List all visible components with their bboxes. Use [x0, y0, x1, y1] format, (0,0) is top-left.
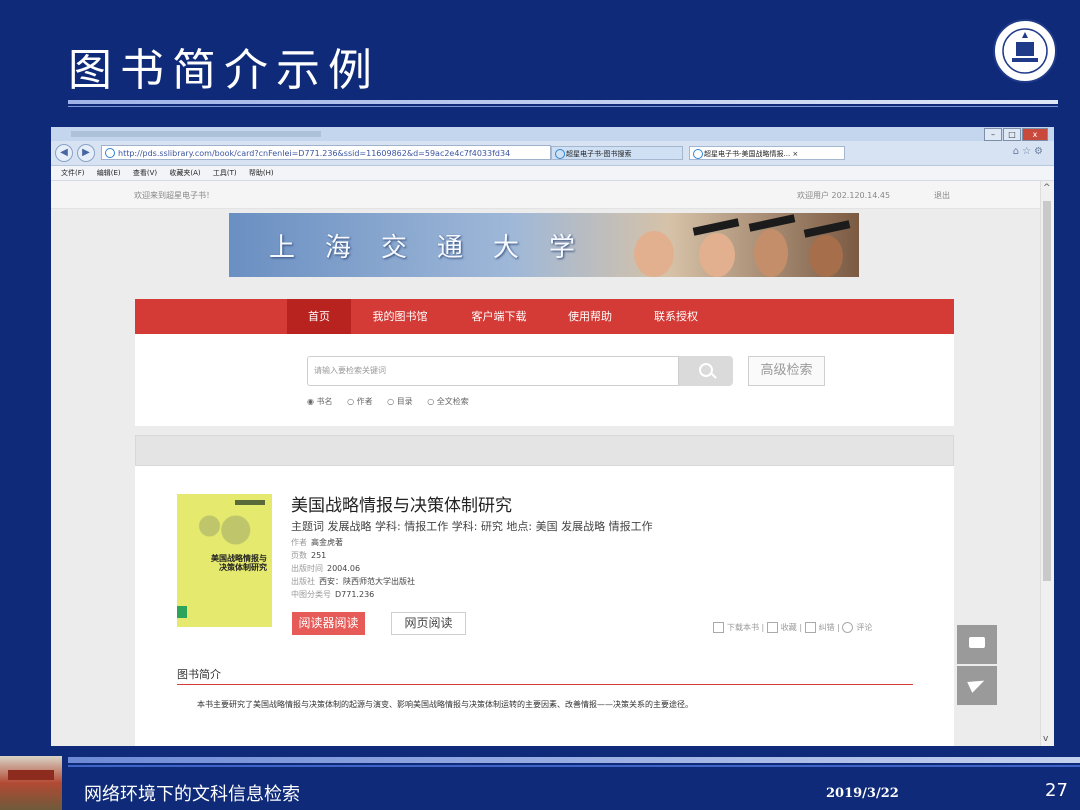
- cover-title: 美国战略情报与决策体制研究: [211, 554, 267, 572]
- book-title[interactable]: 美国战略情报与决策体制研究: [291, 491, 512, 516]
- slide-title: 图书简介示例: [68, 45, 380, 96]
- scroll-up-icon[interactable]: ^: [1043, 183, 1051, 193]
- download-icon: [713, 622, 724, 633]
- title-rule-thin: [68, 106, 1058, 107]
- share-button[interactable]: [957, 666, 997, 705]
- book-class-number: 中图分类号 D771.236: [291, 590, 375, 599]
- chat-icon: [969, 637, 985, 648]
- tab-search[interactable]: 超星电子书-图书搜索: [551, 146, 683, 160]
- main-nav: 首页 我的图书馆 客户端下载 使用帮助 联系授权: [135, 299, 954, 334]
- menu-favorites[interactable]: 收藏夹(A): [169, 169, 200, 177]
- radio-toc[interactable]: ○ 目录: [387, 397, 419, 406]
- intro-text: 本书主要研究了美国战略情报与决策体制的起源与演变、影响美国战略情报与决策体制运转…: [197, 700, 693, 709]
- send-icon: [967, 675, 987, 693]
- radio-fulltext[interactable]: ○ 全文检索: [427, 397, 475, 406]
- intro-heading: 图书简介: [177, 668, 221, 681]
- correct-action[interactable]: 纠错: [804, 622, 835, 633]
- nav-client-download[interactable]: 客户端下载: [459, 299, 539, 334]
- university-seal-logo: [993, 19, 1057, 83]
- menu-help[interactable]: 帮助(H): [249, 169, 274, 177]
- tab-book[interactable]: 超星电子书-美国战略情报... ×: [689, 146, 845, 160]
- comment-action[interactable]: 评论: [842, 622, 872, 633]
- menu-tools[interactable]: 工具(T): [213, 169, 237, 177]
- search-input[interactable]: 请输入要检索关键词: [307, 356, 679, 386]
- favorite-action[interactable]: 收藏: [766, 622, 797, 633]
- download-action[interactable]: 下载本书: [713, 622, 759, 633]
- menu-bar: 文件(F) 编辑(E) 查看(V) 收藏夹(A) 工具(T) 帮助(H): [51, 166, 1054, 181]
- url-input[interactable]: http://pds.sslibrary.com/book/card?cnFen…: [101, 145, 551, 160]
- ie-tab-icon: [555, 149, 565, 159]
- browser-title-bar: – □ x: [51, 127, 1054, 141]
- footer-course-title: 网络环境下的文科信息检索: [84, 784, 300, 805]
- feedback-button[interactable]: [957, 625, 997, 664]
- maximize-button[interactable]: □: [1003, 128, 1021, 141]
- folder-icon: [766, 622, 778, 633]
- minimize-button[interactable]: –: [984, 128, 1002, 141]
- nav-my-library[interactable]: 我的图书馆: [361, 299, 439, 334]
- close-button[interactable]: x: [1022, 128, 1048, 141]
- menu-edit[interactable]: 编辑(E): [97, 169, 121, 177]
- web-read-button[interactable]: 网页阅读: [391, 612, 466, 635]
- edit-icon: [804, 622, 816, 633]
- university-banner: 上海交通大学: [229, 213, 859, 277]
- logout-link[interactable]: 退出: [934, 190, 950, 201]
- browser-screenshot: – □ x ◀ ▶ http://pds.sslibrary.com/book/…: [51, 127, 1054, 746]
- reader-read-button[interactable]: 阅读器阅读: [292, 612, 365, 635]
- book-detail: 美国战略情报与决策体制研究 美国战略情报与决策体制研究 主题词 发展战略 学科:…: [135, 466, 954, 746]
- ie-icon: [105, 148, 115, 158]
- web-page: 欢迎来到超星电子书！ 欢迎用户 202.120.14.45 退出 上海交通大学 …: [51, 181, 1041, 746]
- book-actions: 下载本书 | 收藏 | 纠错 | 评论: [713, 622, 872, 633]
- book-date: 出版时间 2004.06: [291, 564, 361, 573]
- nav-home[interactable]: 首页: [287, 299, 351, 334]
- page-scrollbar[interactable]: ^ v: [1040, 181, 1054, 746]
- menu-file[interactable]: 文件(F): [61, 169, 85, 177]
- book-cover[interactable]: 美国战略情报与决策体制研究: [177, 494, 272, 627]
- intro-divider: [177, 684, 913, 685]
- forward-icon[interactable]: ▶: [77, 144, 95, 162]
- comment-icon: [842, 622, 854, 633]
- radio-author[interactable]: ○ 作者: [347, 397, 379, 406]
- search-type-radios: ◉ 书名 ○ 作者 ○ 目录 ○ 全文检索: [307, 396, 481, 407]
- banner-title: 上海交通大学: [269, 233, 606, 263]
- scroll-down-icon[interactable]: v: [1043, 734, 1048, 744]
- title-rule: [68, 100, 1058, 104]
- search-panel: 请输入要检索关键词 高级检索 ◉ 书名 ○ 作者 ○ 目录 ○ 全文检索: [135, 334, 954, 426]
- radio-title[interactable]: ◉ 书名: [307, 397, 339, 406]
- back-icon[interactable]: ◀: [55, 144, 73, 162]
- nav-help[interactable]: 使用帮助: [555, 299, 625, 334]
- top-info-bar: 欢迎来到超星电子书！ 欢迎用户 202.120.14.45 退出: [51, 181, 1041, 209]
- nav-contact[interactable]: 联系授权: [641, 299, 711, 334]
- footer-stripe-thin: [68, 765, 1080, 767]
- book-pages: 页数 251: [291, 551, 327, 560]
- book-keywords: 主题词 发展战略 学科: 情报工作 学科: 研究 地点: 美国 发展战略 情报工…: [291, 520, 653, 533]
- scroll-thumb[interactable]: [1043, 201, 1051, 581]
- home-star-gear-icons[interactable]: ⌂☆⚙: [1013, 146, 1046, 157]
- footer-date: 2019/3/22: [826, 786, 899, 801]
- book-publisher: 出版社 西安：陕西师范大学出版社: [291, 577, 415, 586]
- search-button[interactable]: [679, 356, 733, 386]
- page-number: 27: [1045, 780, 1068, 801]
- ie-tab-icon: [693, 149, 703, 159]
- user-ip: 欢迎用户 202.120.14.45: [797, 191, 891, 200]
- section-header-bar: [135, 435, 954, 466]
- menu-view[interactable]: 查看(V): [133, 169, 157, 177]
- book-author: 作者 高金虎著: [291, 538, 343, 547]
- welcome-text: 欢迎来到超星电子书！: [134, 191, 214, 200]
- advanced-search-button[interactable]: 高级检索: [748, 356, 825, 386]
- footer-stripe: [68, 757, 1080, 763]
- address-bar-row: ◀ ▶ http://pds.sslibrary.com/book/card?c…: [51, 141, 1054, 166]
- campus-photo: [0, 756, 62, 810]
